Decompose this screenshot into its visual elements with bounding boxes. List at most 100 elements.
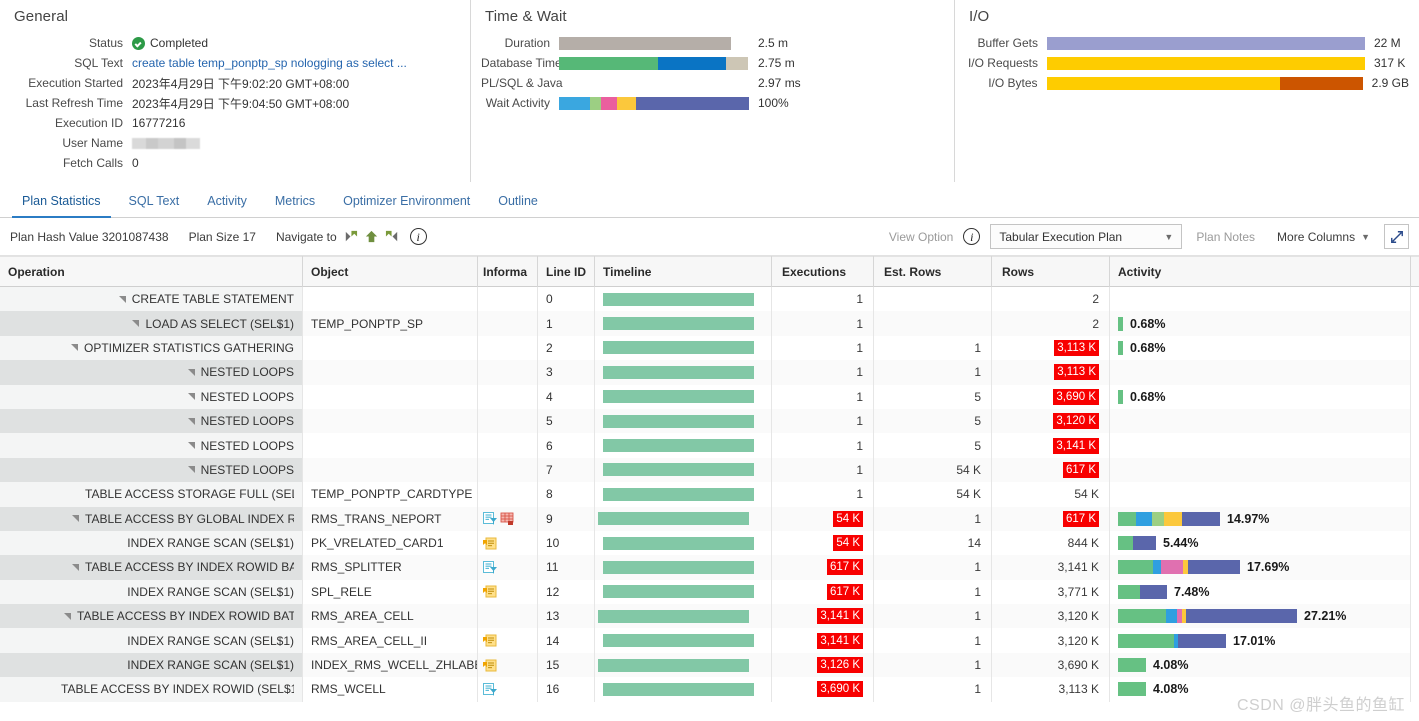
- navigate-up-right-icon[interactable]: [385, 229, 400, 244]
- plan-notes-button[interactable]: Plan Notes: [1196, 230, 1255, 244]
- activity-segment: [1133, 536, 1156, 551]
- filter-predicate-icon[interactable]: [483, 560, 497, 574]
- expand-triangle-icon[interactable]: [64, 612, 71, 620]
- timeline-cell: [595, 628, 772, 653]
- operation-cell[interactable]: CREATE TABLE STATEMENT: [0, 287, 303, 312]
- plan-row[interactable]: TABLE ACCESS BY INDEX ROWID (SEL$1) RMS_W…: [0, 677, 1419, 702]
- expand-triangle-icon[interactable]: [132, 320, 140, 328]
- operation-cell[interactable]: TABLE ACCESS STORAGE FULL (SEL$1: [0, 482, 303, 507]
- tab-plan-statistics[interactable]: Plan Statistics: [8, 188, 115, 218]
- view-option-select[interactable]: Tabular Execution Plan ▼: [990, 224, 1183, 249]
- est-rows-value: 1: [974, 658, 981, 673]
- operation-cell[interactable]: LOAD AS SELECT (SEL$1): [0, 311, 303, 336]
- bar-segment: [600, 96, 617, 110]
- executions-badge: 3,141 K: [817, 608, 863, 625]
- timeline-bar: [603, 634, 754, 648]
- line-id-cell: 4: [538, 384, 595, 409]
- operation-cell[interactable]: NESTED LOOPS: [0, 408, 303, 434]
- column-header-rows[interactable]: Rows: [992, 256, 1110, 287]
- access-predicate-icon[interactable]: [483, 537, 497, 550]
- column-header-operation[interactable]: Operation: [0, 256, 303, 287]
- executions-value: 1: [856, 316, 863, 331]
- sql-text-link[interactable]: create table temp_ponptp_sp nologging as…: [132, 56, 407, 70]
- access-predicate-icon[interactable]: [483, 585, 497, 598]
- operation-name: OPTIMIZER STATISTICS GATHERING: [83, 340, 294, 355]
- plan-row[interactable]: NESTED LOOPS 7 1 54 K 617 K: [0, 457, 1419, 483]
- plan-row[interactable]: NESTED LOOPS 4 1 5 3,690 K 0.68%: [0, 384, 1419, 409]
- plan-row[interactable]: INDEX RANGE SCAN (SEL$1) PK_VRELATED_CARD…: [0, 530, 1419, 556]
- navigate-info-icon[interactable]: i: [409, 228, 427, 245]
- tab-metrics[interactable]: Metrics: [261, 188, 329, 217]
- expand-triangle-icon[interactable]: [72, 563, 79, 571]
- operation-cell[interactable]: INDEX RANGE SCAN (SEL$1): [0, 530, 303, 556]
- executions-badge: 54 K: [833, 535, 863, 552]
- executions-value: 1: [856, 340, 863, 355]
- operation-cell[interactable]: NESTED LOOPS: [0, 360, 303, 385]
- executions-value: 1: [856, 292, 863, 307]
- column-header-activity[interactable]: Activity: [1110, 256, 1411, 287]
- column-header-timeline[interactable]: Timeline: [595, 256, 772, 287]
- expand-triangle-icon[interactable]: [187, 417, 195, 425]
- plan-row[interactable]: NESTED LOOPS 3 1 1 3,113 K: [0, 360, 1419, 385]
- filter-predicate-icon[interactable]: [483, 512, 497, 526]
- expand-triangle-icon[interactable]: [118, 295, 126, 303]
- plan-row[interactable]: INDEX RANGE SCAN (SEL$1) RMS_AREA_CELL_II…: [0, 628, 1419, 653]
- plan-row[interactable]: TABLE ACCESS BY INDEX ROWID BATCH RMS_ARE…: [0, 604, 1419, 629]
- expand-triangle-icon[interactable]: [70, 344, 78, 352]
- tab-sql-text[interactable]: SQL Text: [115, 188, 194, 217]
- plan-row[interactable]: TABLE ACCESS BY GLOBAL INDEX RO RMS_TRANS…: [0, 506, 1419, 531]
- access-predicate-icon[interactable]: [483, 659, 497, 672]
- columns-projection-icon[interactable]: [500, 512, 514, 526]
- expand-triangle-icon[interactable]: [187, 466, 195, 474]
- time-wait-bar: [559, 96, 749, 110]
- executions-cell: 1: [772, 408, 874, 434]
- tab-outline[interactable]: Outline: [484, 188, 552, 217]
- operation-cell[interactable]: INDEX RANGE SCAN (SEL$1): [0, 628, 303, 653]
- expand-triangle-icon[interactable]: [187, 393, 195, 401]
- column-header-est-rows[interactable]: Est. Rows: [874, 256, 992, 287]
- plan-row[interactable]: CREATE TABLE STATEMENT 0 1 2: [0, 287, 1419, 312]
- navigate-up-left-icon[interactable]: [343, 229, 358, 244]
- plan-row[interactable]: NESTED LOOPS 6 1 5 3,141 K: [0, 433, 1419, 458]
- view-option-info-icon[interactable]: i: [963, 228, 981, 245]
- operation-cell[interactable]: INDEX RANGE SCAN (SEL$1): [0, 652, 303, 678]
- operation-cell[interactable]: NESTED LOOPS: [0, 384, 303, 409]
- plan-row[interactable]: OPTIMIZER STATISTICS GATHERING 2 1 1 3,113 K…: [0, 335, 1419, 361]
- information-cell: [478, 287, 538, 312]
- executions-cell: 1: [772, 311, 874, 336]
- est-rows-cell: 1: [874, 628, 992, 653]
- more-columns-button[interactable]: More Columns ▼: [1277, 230, 1370, 244]
- operation-cell[interactable]: INDEX RANGE SCAN (SEL$1): [0, 579, 303, 605]
- plan-row[interactable]: INDEX RANGE SCAN (SEL$1) INDEX_RMS_WCELL_…: [0, 652, 1419, 678]
- operation-cell[interactable]: NESTED LOOPS: [0, 457, 303, 483]
- tab-optimizer-environment[interactable]: Optimizer Environment: [329, 188, 484, 217]
- expand-triangle-icon[interactable]: [187, 442, 195, 450]
- operation-cell[interactable]: TABLE ACCESS BY INDEX ROWID BATCH: [0, 604, 303, 629]
- column-header-informa[interactable]: Informa: [478, 256, 538, 287]
- operation-cell[interactable]: TABLE ACCESS BY INDEX ROWID (SEL$1): [0, 677, 303, 702]
- plan-row[interactable]: TABLE ACCESS BY INDEX ROWID BATC RMS_SPLI…: [0, 555, 1419, 580]
- operation-cell[interactable]: TABLE ACCESS BY INDEX ROWID BATC: [0, 555, 303, 580]
- plan-row[interactable]: TABLE ACCESS STORAGE FULL (SEL$1 TEMP_PON…: [0, 482, 1419, 507]
- access-predicate-icon[interactable]: [483, 634, 497, 647]
- general-row: User Name: [10, 133, 460, 153]
- column-header-line-id[interactable]: Line ID: [538, 256, 595, 287]
- column-header-executions[interactable]: Executions: [772, 256, 874, 287]
- tab-activity[interactable]: Activity: [193, 188, 261, 217]
- expand-triangle-icon[interactable]: [72, 515, 79, 523]
- plan-row[interactable]: NESTED LOOPS 5 1 5 3,120 K: [0, 408, 1419, 434]
- operation-cell[interactable]: TABLE ACCESS BY GLOBAL INDEX RO: [0, 506, 303, 531]
- column-header-object[interactable]: Object: [303, 256, 478, 287]
- navigate-up-icon[interactable]: [364, 229, 379, 244]
- est-rows-cell: 1: [874, 652, 992, 678]
- operation-cell[interactable]: NESTED LOOPS: [0, 433, 303, 458]
- plan-row[interactable]: INDEX RANGE SCAN (SEL$1) SPL_RELE 12 617 K 1…: [0, 579, 1419, 605]
- operation-cell[interactable]: OPTIMIZER STATISTICS GATHERING: [0, 335, 303, 361]
- plan-row[interactable]: LOAD AS SELECT (SEL$1) TEMP_PONPTP_SP 1 1 2 0…: [0, 311, 1419, 336]
- object-name: RMS_SPLITTER: [311, 560, 402, 575]
- expand-triangle-icon[interactable]: [187, 368, 195, 376]
- timeline-bar: [603, 292, 754, 306]
- filter-predicate-icon[interactable]: [483, 682, 497, 696]
- executions-cell: 3,690 K: [772, 677, 874, 702]
- expand-fullscreen-button[interactable]: [1384, 224, 1409, 249]
